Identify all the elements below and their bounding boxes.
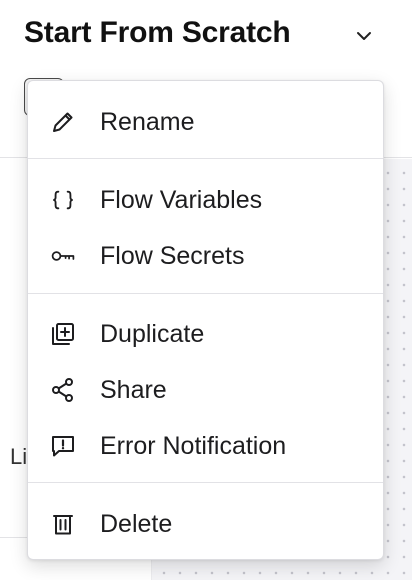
key-icon [50,243,76,269]
flow-title[interactable]: Start From Scratch [24,16,291,50]
menu-item-label: Delete [100,510,173,538]
menu-item-label: Error Notification [100,432,287,460]
curly-braces-icon [50,187,76,213]
menu-item-label: Duplicate [100,320,205,348]
trash-icon [50,511,76,537]
menu-item-duplicate[interactable]: Duplicate [28,308,383,358]
flow-options-menu: Rename Flow Variables Flow Secrets Dupli… [27,80,384,560]
menu-item-error-notification[interactable]: Error Notification [28,420,383,470]
menu-item-rename[interactable]: Rename [28,96,383,146]
menu-item-delete[interactable]: Delete [28,498,383,548]
menu-separator [28,293,383,294]
menu-separator [28,158,383,159]
menu-item-label: Flow Variables [100,186,263,214]
error-notification-icon [50,433,76,459]
share-icon [50,377,76,403]
menu-item-label: Rename [100,108,195,136]
chevron-down-icon[interactable] [352,24,376,48]
menu-separator [28,482,383,483]
menu-item-flow-secrets[interactable]: Flow Secrets [28,230,383,280]
partial-label: Li [10,444,28,469]
menu-item-share[interactable]: Share [28,364,383,414]
pencil-icon [50,109,76,135]
duplicate-icon [50,321,76,347]
menu-item-flow-variables[interactable]: Flow Variables [28,174,383,224]
menu-item-label: Share [100,376,167,404]
menu-item-label: Flow Secrets [100,242,245,270]
